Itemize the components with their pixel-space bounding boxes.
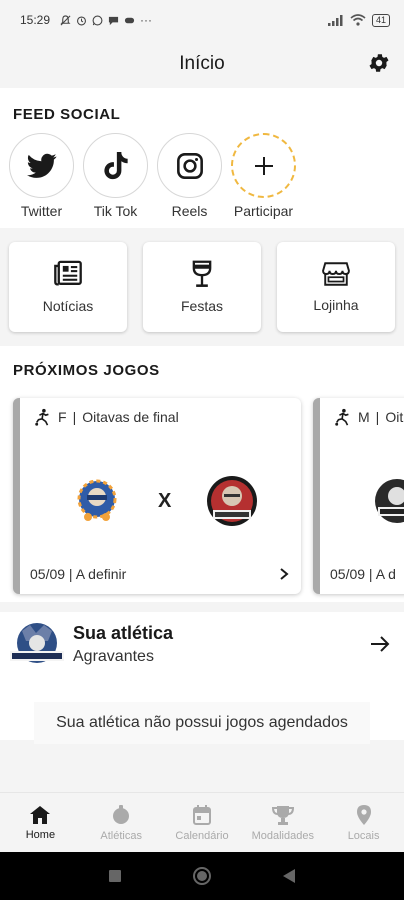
system-navigation-bar xyxy=(0,852,404,900)
nav-label-home: Home xyxy=(25,828,56,841)
game-gender: M xyxy=(358,409,370,425)
twitter-icon xyxy=(26,153,56,178)
feed-circle xyxy=(157,133,222,198)
game-phase: Oitavas de final xyxy=(82,409,179,425)
arrow-right-icon[interactable] xyxy=(370,635,390,653)
more-notifications: ··· xyxy=(140,13,153,27)
main-content: FEED SOCIAL Twitter Tik Tok Reels Partic… xyxy=(0,88,404,792)
nav-label-locais: Locais xyxy=(347,829,380,842)
wine-glass-icon xyxy=(192,260,212,287)
game-controller-icon xyxy=(124,17,135,23)
nav-calendario[interactable]: Calendário xyxy=(162,793,243,852)
mute-bell-icon xyxy=(60,14,71,25)
status-time: 15:29 xyxy=(20,13,51,27)
feed-social-title: FEED SOCIAL xyxy=(13,106,121,123)
nav-label-atleticas: Atléticas xyxy=(100,829,142,842)
plus-icon xyxy=(254,156,273,175)
game-location: A d xyxy=(375,566,396,582)
festas-button[interactable]: Festas xyxy=(143,242,261,332)
noticias-button[interactable]: Notícias xyxy=(9,242,127,332)
team-a-logo xyxy=(70,474,124,528)
sua-atletica-section[interactable]: Sua atlética Agravantes Sua atlética não… xyxy=(0,612,404,744)
game-phase: Oit xyxy=(385,409,404,425)
feed-circle xyxy=(9,133,74,198)
game-card[interactable]: M | Oit 05/09 | A d xyxy=(313,398,404,594)
home-system-button[interactable] xyxy=(192,866,212,886)
game-gender: F xyxy=(58,409,67,425)
team-b-emblem xyxy=(207,476,258,526)
newspaper-icon xyxy=(54,260,82,286)
nav-modalidades[interactable]: Modalidades xyxy=(242,793,323,852)
page-title: Início xyxy=(179,53,225,74)
game-separator: | xyxy=(72,409,77,425)
battery-indicator: 41 xyxy=(371,13,390,27)
nav-label-calendario: Calendário xyxy=(175,829,229,842)
team-c-emblem xyxy=(375,479,404,523)
app-header: Início xyxy=(0,40,404,88)
game-date: 05/09 xyxy=(30,566,66,582)
feed-social-section: FEED SOCIAL Twitter Tik Tok Reels Partic… xyxy=(0,88,404,228)
feed-circle-dashed xyxy=(231,133,296,198)
wifi-icon xyxy=(350,14,366,26)
lojinha-label: Lojinha xyxy=(313,297,359,313)
quick-access-row: Notícias Festas Lojinha xyxy=(0,228,404,346)
feed-label-reels: Reels xyxy=(171,203,208,219)
location-pin-icon xyxy=(356,804,371,825)
nav-label-modalidades: Modalidades xyxy=(251,829,314,842)
proximos-jogos-title: PRÓXIMOS JOGOS xyxy=(13,362,160,379)
feed-item-tiktok[interactable]: Tik Tok xyxy=(83,133,148,219)
calendar-icon xyxy=(192,804,211,825)
feed-circle xyxy=(83,133,148,198)
player-kicking-icon xyxy=(35,408,49,426)
bottom-navigation: Home Atléticas Calendário Modalidades Lo… xyxy=(0,792,404,852)
atletica-title: Sua atlética xyxy=(73,622,174,643)
trophy-icon xyxy=(271,805,294,825)
whatsapp-icon xyxy=(92,15,103,25)
signal-icon xyxy=(327,14,343,26)
chat-icon xyxy=(108,16,119,25)
team-a-logo xyxy=(370,474,404,528)
team-b-logo xyxy=(205,474,259,528)
nav-locais[interactable]: Locais xyxy=(323,793,404,852)
feed-item-participar[interactable]: Participar xyxy=(231,133,296,219)
settings-button[interactable] xyxy=(366,50,392,76)
tiktok-icon xyxy=(103,151,128,179)
nav-atleticas[interactable]: Atléticas xyxy=(81,793,162,852)
agravantes-emblem xyxy=(10,623,64,663)
team-a-emblem xyxy=(77,479,117,521)
gear-icon xyxy=(369,54,389,72)
feed-label-tiktok: Tik Tok xyxy=(93,203,138,219)
back-button[interactable] xyxy=(282,868,296,884)
versus-mark: X xyxy=(158,489,172,512)
instagram-icon xyxy=(176,152,203,179)
ball-icon xyxy=(113,804,130,824)
atletica-logo xyxy=(8,620,66,668)
game-separator: | xyxy=(375,409,380,425)
noticias-label: Notícias xyxy=(42,298,94,314)
store-icon xyxy=(322,262,350,286)
alarm-icon xyxy=(77,15,87,25)
feed-label-twitter: Twitter xyxy=(20,203,63,219)
recents-button[interactable] xyxy=(108,869,122,883)
game-location: A definir xyxy=(75,566,127,582)
atletica-name: Agravantes xyxy=(73,647,154,665)
feed-item-twitter[interactable]: Twitter xyxy=(9,133,74,219)
game-date: 05/09 xyxy=(330,566,366,582)
status-bar: 15:29 ··· 41 xyxy=(0,0,404,40)
proximos-jogos-section: PRÓXIMOS JOGOS F | Oitavas de final X 05… xyxy=(0,346,404,602)
home-icon xyxy=(30,805,51,824)
game-card[interactable]: F | Oitavas de final X 05/09 | A definir xyxy=(13,398,301,594)
nav-home[interactable]: Home xyxy=(0,793,81,852)
festas-label: Festas xyxy=(180,298,223,314)
feed-item-reels[interactable]: Reels xyxy=(157,133,222,219)
chevron-right-icon xyxy=(280,568,289,580)
feed-label-participar: Participar xyxy=(233,203,294,219)
player-kicking-icon xyxy=(335,408,349,426)
game-date-location: 05/09 | A d xyxy=(330,566,396,582)
no-games-message: Sua atlética não possui jogos agendados xyxy=(34,702,370,744)
lojinha-button[interactable]: Lojinha xyxy=(277,242,395,332)
game-date-location: 05/09 | A definir xyxy=(30,566,127,582)
